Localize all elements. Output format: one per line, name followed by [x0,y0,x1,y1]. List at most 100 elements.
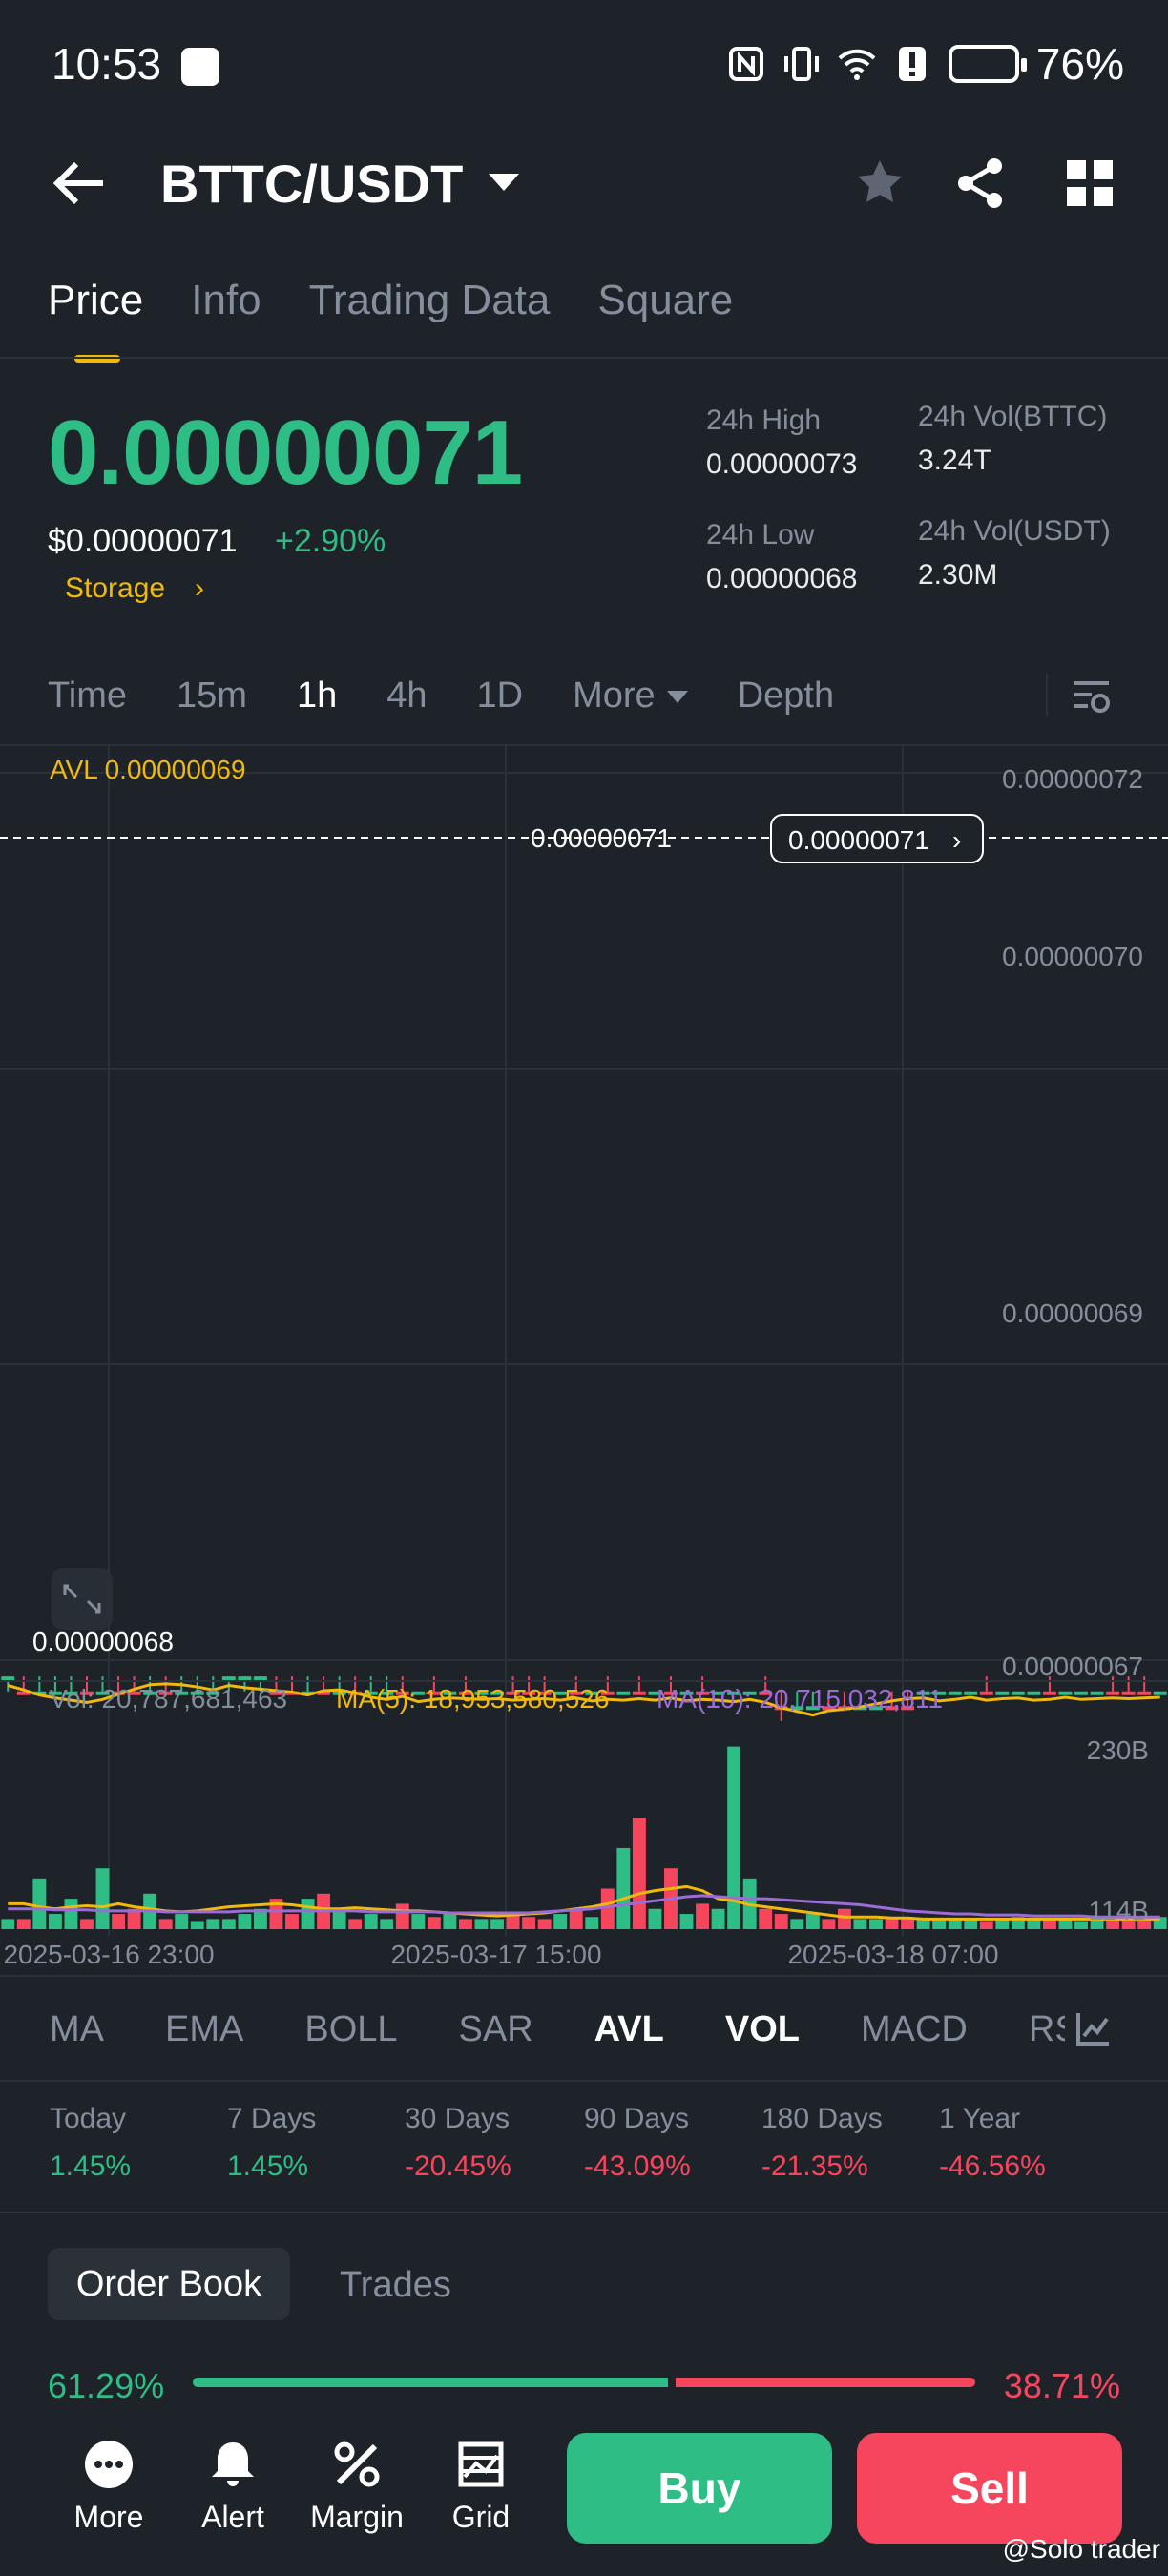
perf-value: -46.56% [939,2150,1046,2182]
volume-bar [790,1919,804,1929]
interval-more[interactable]: More [573,675,688,717]
grid-icon[interactable] [1061,155,1118,212]
volume-bar [632,1818,646,1929]
x-axis-label-1: 2025-03-16 23:00 [3,1940,214,1969]
indicator-sar[interactable]: SAR [459,2009,533,2050]
volume-bar [48,1914,62,1929]
indicator-boll[interactable]: BOLL [304,2009,397,2050]
more-button[interactable]: More [52,2439,166,2535]
page-tabs: Price Info Trading Data Square [48,277,733,363]
interval-4h[interactable]: 4h [386,675,427,717]
volume-bar [1042,1919,1056,1929]
price-chart[interactable]: AVL 0.00000069 0.00000071 0.00000071 › 0… [0,744,1168,1975]
indicator-ema[interactable]: EMA [165,2009,243,2050]
perf-label: 1 Year [939,2103,1021,2134]
volume-bar [759,1908,773,1929]
back-arrow-icon[interactable] [52,160,105,206]
indicator-vol[interactable]: VOL [725,2009,800,2050]
sell-button[interactable]: Sell [857,2433,1122,2544]
candle-body [1027,1691,1041,1695]
chart-settings-icon[interactable] [1071,675,1113,717]
interval-depth[interactable]: Depth [738,675,834,717]
alert-button[interactable]: Alert [176,2439,290,2535]
margin-button[interactable]: Margin [300,2439,414,2535]
interval-divider [1046,674,1048,716]
vol-usdt-label: 24h Vol(USDT) [918,515,1111,547]
volume-bar [1,1919,15,1929]
volume-bar [916,1919,930,1929]
perf-today: Today 1.45% [50,2103,131,2183]
volume-bar [822,1919,836,1929]
volume-bar [158,1919,173,1929]
perf-label: 30 Days [405,2103,511,2134]
share-icon[interactable] [952,155,1010,212]
indicator-macd[interactable]: MACD [861,2009,968,2050]
volume-bar [648,1908,662,1929]
interval-1h[interactable]: 1h [297,675,337,717]
buy-ratio-bar [193,2378,668,2387]
interval-time[interactable]: Time [48,675,127,717]
volume-bar [190,1921,204,1929]
volume-bar [458,1919,472,1929]
y-axis-label-top: 0.00000072 [1002,764,1143,794]
candle-body [221,1676,236,1681]
volume-bar [112,1914,126,1929]
more-label: More [73,2500,144,2534]
volume-bar [301,1899,315,1929]
candle-body [632,1691,646,1695]
candle-body [1153,1691,1167,1695]
volume-bar [395,1903,409,1929]
candle-body [1090,1691,1104,1695]
tab-trades[interactable]: Trades [340,2265,451,2306]
volume-bar [364,1914,378,1929]
ma10-line [8,1894,1160,1919]
indicator-avl[interactable]: AVL [594,2009,664,2050]
tab-trading-data[interactable]: Trading Data [309,277,551,324]
high-label: 24h High [706,405,822,436]
chevron-right-icon[interactable]: › [195,572,204,605]
pair-dropdown-caret[interactable] [489,174,519,191]
volume-bar [427,1917,441,1929]
candle-body [995,1691,1010,1695]
volume-bar [16,1919,31,1929]
interval-15m[interactable]: 15m [177,675,247,717]
tab-order-book[interactable]: Order Book [48,2248,290,2320]
ma5-label: MA(5): 18,953,580,526 [336,1684,609,1714]
pair-title[interactable]: BTTC/USDT [160,153,463,215]
candle-body [979,1691,993,1695]
perf-7d: 7 Days 1.45% [227,2103,316,2183]
low-marker-label: 0.00000068 [32,1627,174,1656]
perf-value: 1.45% [50,2150,132,2182]
star-icon[interactable] [851,155,908,212]
indicator-settings-icon[interactable] [1074,2009,1113,2047]
sell-ratio-bar [675,2378,975,2387]
low-label: 24h Low [706,519,815,551]
perf-90d: 90 Days -43.09% [584,2103,691,2183]
volume-bar [696,1903,710,1929]
volume-bar [885,1919,899,1929]
candle-body [238,1676,252,1681]
volume-bar [679,1914,694,1929]
grid-button[interactable]: Grid [424,2439,538,2535]
chevron-right-icon: › [952,825,961,855]
interval-1d[interactable]: 1D [477,675,524,717]
volume-bar [522,1917,536,1929]
expand-chart-icon[interactable] [52,1568,113,1630]
more-icon [85,2441,133,2488]
indicator-divider [0,2080,1168,2082]
perf-value: -21.35% [761,2150,868,2182]
tab-square[interactable]: Square [597,277,733,324]
fiat-price: $0.00000071 [48,523,238,559]
vol-label: Vol: 20,787,681,463 [50,1684,287,1714]
volume-bar [443,1914,457,1929]
storage-link[interactable]: Storage [65,572,165,605]
bell-icon [212,2442,254,2486]
buy-button[interactable]: Buy [567,2433,832,2544]
x-axis-label-2: 2025-03-17 15:00 [390,1940,601,1969]
tab-info[interactable]: Info [191,277,261,324]
volume-bar [1058,1919,1073,1929]
candle-body [1137,1691,1152,1695]
indicator-ma[interactable]: MA [50,2009,104,2050]
tab-price[interactable]: Price [48,277,143,363]
volume-bar [490,1919,504,1929]
